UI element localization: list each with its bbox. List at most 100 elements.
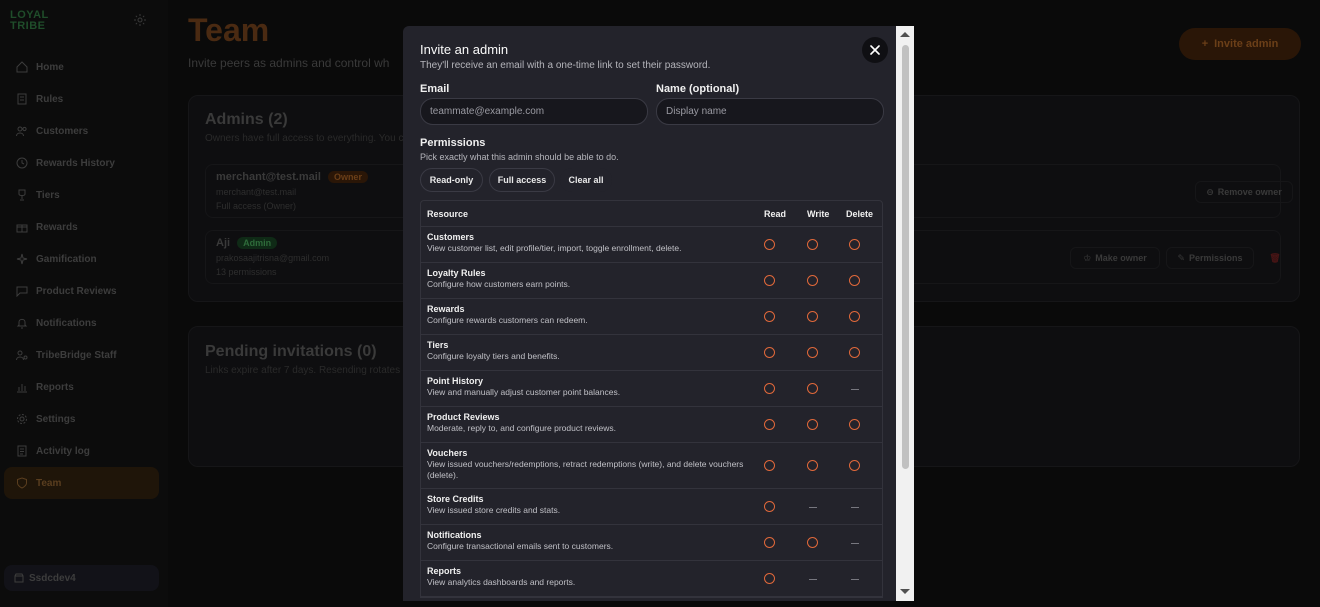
read-only-button[interactable]: Read-only xyxy=(420,168,483,192)
read-radio[interactable] xyxy=(764,275,775,286)
minus-circle-icon: ⊖ xyxy=(1206,186,1214,197)
resource-name: Point History xyxy=(427,376,484,386)
sidebar-item-label: Notifications xyxy=(36,317,97,329)
close-button[interactable] xyxy=(862,37,888,63)
scroll-down-arrow-icon[interactable] xyxy=(900,589,910,594)
write-radio[interactable] xyxy=(807,383,818,394)
admin-badge: Admin xyxy=(237,237,278,249)
write-unavailable xyxy=(809,579,817,580)
email-field[interactable] xyxy=(420,98,648,125)
sidebar-item-product-reviews[interactable]: Product Reviews xyxy=(4,275,159,307)
table-row: Vouchers View issued vouchers/redemptions… xyxy=(421,443,882,489)
sidebar-item-rules[interactable]: Rules xyxy=(4,83,159,115)
sidebar-item-settings[interactable]: Settings xyxy=(4,403,159,435)
read-radio[interactable] xyxy=(764,573,775,584)
sidebar-item-customers[interactable]: Customers xyxy=(4,115,159,147)
resource-description: Moderate, reply to, and configure produc… xyxy=(427,423,616,433)
sidebar-item-home[interactable]: Home xyxy=(4,51,159,83)
write-radio[interactable] xyxy=(807,239,818,250)
table-row: Product Reviews Moderate, reply to, and c… xyxy=(421,407,882,443)
delete-radio[interactable] xyxy=(849,275,860,286)
table-row: Store Credits View issued store credits a… xyxy=(421,489,882,525)
sidebar-item-tribebridge-staff[interactable]: TribeBridge Staff xyxy=(4,339,159,371)
table-row: Reports View analytics dashboards and rep… xyxy=(421,561,882,597)
table-row: Customers View customer list, edit profil… xyxy=(421,227,882,263)
email-label: Email xyxy=(420,83,450,95)
sidebar-item-team[interactable]: Team xyxy=(4,467,159,499)
permissions-label: Permissions xyxy=(1189,253,1243,263)
close-icon xyxy=(870,45,880,55)
staff-icon xyxy=(16,350,28,361)
admins-subtitle: Owners have full access to everything. Y… xyxy=(205,133,404,144)
workspace-name: Ssdcdev4 xyxy=(29,572,76,584)
header-read: Read xyxy=(764,209,787,219)
sidebar-item-notifications[interactable]: Notifications xyxy=(4,307,159,339)
invite-admin-label: Invite admin xyxy=(1214,38,1279,50)
admin-name-text: Aji xyxy=(216,237,231,249)
delete-unavailable xyxy=(851,579,859,580)
delete-radio[interactable] xyxy=(849,419,860,430)
chart-icon xyxy=(17,384,27,393)
read-radio[interactable] xyxy=(764,537,775,548)
sidebar-item-rewards-history[interactable]: Rewards History xyxy=(4,147,159,179)
delete-radio[interactable] xyxy=(849,239,860,250)
sidebar-item-label: Rewards xyxy=(36,221,78,233)
permissions-button[interactable]: ✎ Permissions xyxy=(1166,247,1254,269)
read-radio[interactable] xyxy=(764,501,775,512)
sidebar-item-reports[interactable]: Reports xyxy=(4,371,159,403)
write-radio[interactable] xyxy=(807,311,818,322)
invite-admin-button[interactable]: + Invite admin xyxy=(1179,28,1301,60)
sidebar-item-label: Product Reviews xyxy=(36,285,117,297)
trash-icon[interactable]: 🗑 xyxy=(1264,247,1286,269)
sidebar-item-activity-log[interactable]: Activity log xyxy=(4,435,159,467)
sidebar-item-label: Activity log xyxy=(36,445,90,457)
modal-scrollbar[interactable] xyxy=(896,26,914,601)
read-radio[interactable] xyxy=(764,383,775,394)
read-radio[interactable] xyxy=(764,419,775,430)
read-radio[interactable] xyxy=(764,311,775,322)
table-row: Tiers Configure loyalty tiers and benefit… xyxy=(421,335,882,371)
write-radio[interactable] xyxy=(807,275,818,286)
document-icon xyxy=(17,93,27,105)
remove-owner-button[interactable]: ⊖ Remove owner xyxy=(1195,181,1293,203)
sidebar: LOYAL TRIBE Home Rules Customers Rewards Hi… xyxy=(0,0,168,607)
make-owner-button[interactable]: ♔ Make owner xyxy=(1070,247,1160,269)
write-radio[interactable] xyxy=(807,347,818,358)
delete-unavailable xyxy=(851,389,859,390)
workspace-switcher[interactable]: Ssdcdev4 xyxy=(4,565,159,591)
full-access-button[interactable]: Full access xyxy=(489,168,555,192)
read-radio[interactable] xyxy=(764,239,775,250)
admins-title: Admins (2) xyxy=(205,111,288,128)
gift-icon xyxy=(16,224,28,233)
sidebar-item-tiers[interactable]: Tiers xyxy=(4,179,159,211)
clear-all-button[interactable]: Clear all xyxy=(560,168,612,192)
shield-icon xyxy=(17,477,27,489)
resource-description: Configure rewards customers can redeem. xyxy=(427,315,588,325)
scroll-up-arrow-icon[interactable] xyxy=(900,32,910,37)
brand-logo[interactable]: LOYAL TRIBE xyxy=(10,10,50,34)
admin-email: prakosaajitrisna@gmail.com xyxy=(216,253,330,263)
history-icon xyxy=(16,157,28,169)
write-radio[interactable] xyxy=(807,537,818,548)
chat-icon xyxy=(16,286,28,297)
make-owner-label: Make owner xyxy=(1095,253,1147,263)
crown-icon: ♔ xyxy=(1083,252,1092,263)
resource-description: Configure how customers earn points. xyxy=(427,279,571,289)
invite-admin-modal: Invite an admin They'll receive an email… xyxy=(403,26,914,601)
sidebar-item-gamification[interactable]: Gamification xyxy=(4,243,159,275)
sun-icon[interactable] xyxy=(134,14,146,26)
delete-radio[interactable] xyxy=(849,311,860,322)
delete-radio[interactable] xyxy=(849,460,860,471)
permissions-table: Resource Read Write Delete Customers View… xyxy=(420,200,883,598)
write-radio[interactable] xyxy=(807,460,818,471)
modal-content: Invite an admin They'll receive an email… xyxy=(403,26,899,601)
resource-description: View issued store credits and stats. xyxy=(427,505,561,515)
sidebar-item-rewards[interactable]: Rewards xyxy=(4,211,159,243)
name-field[interactable] xyxy=(656,98,884,125)
scroll-thumb[interactable] xyxy=(902,45,909,469)
sidebar-item-label: Tiers xyxy=(36,189,60,201)
write-radio[interactable] xyxy=(807,419,818,430)
read-radio[interactable] xyxy=(764,460,775,471)
read-radio[interactable] xyxy=(764,347,775,358)
delete-radio[interactable] xyxy=(849,347,860,358)
